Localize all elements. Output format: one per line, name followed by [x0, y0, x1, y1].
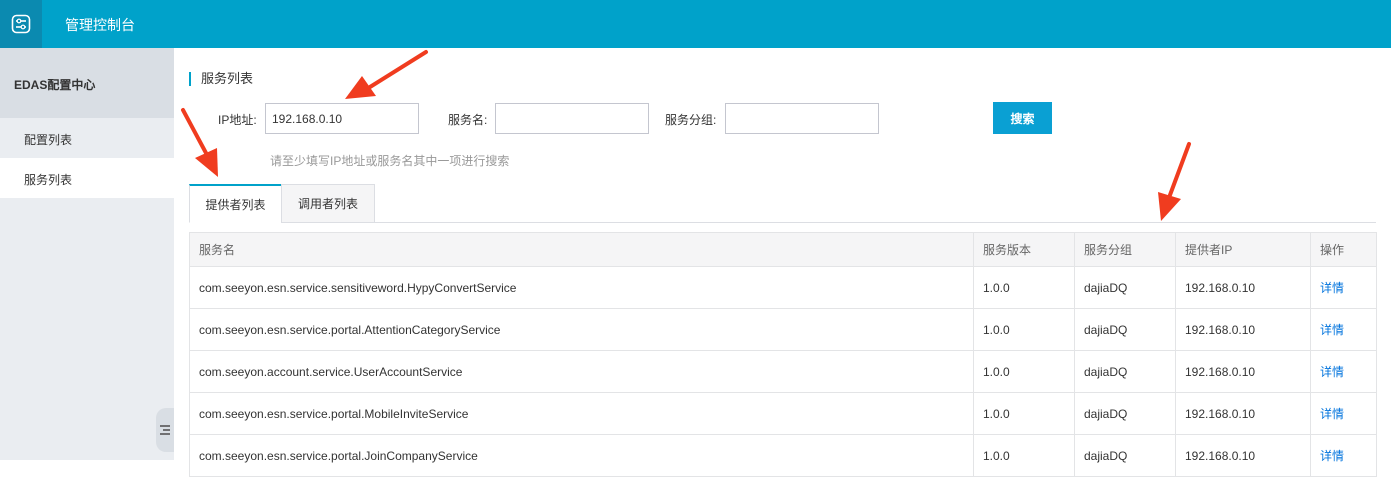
- cell-provider-ip: 192.168.0.10: [1175, 434, 1311, 477]
- annotation-arrow-ip: [345, 50, 428, 99]
- service-group-input[interactable]: [725, 103, 879, 134]
- cell-version: 1.0.0: [973, 350, 1075, 393]
- cell-service-name: com.seeyon.esn.service.portal.MobileInvi…: [189, 392, 974, 435]
- cell-provider-ip: 192.168.0.10: [1175, 392, 1311, 435]
- cell-group: dajiaDQ: [1074, 434, 1176, 477]
- column-header-provider-ip[interactable]: 提供者IP: [1175, 232, 1311, 267]
- details-link[interactable]: 详情: [1320, 281, 1344, 295]
- page-title: 服务列表: [189, 72, 253, 86]
- cell-actions: 详情: [1310, 308, 1377, 351]
- cell-group: dajiaDQ: [1074, 308, 1176, 351]
- cell-service-name: com.seeyon.esn.service.sensitiveword.Hyp…: [189, 266, 974, 309]
- details-link[interactable]: 详情: [1320, 323, 1344, 337]
- cell-provider-ip: 192.168.0.10: [1175, 308, 1311, 351]
- column-header-actions: 操作: [1310, 232, 1377, 267]
- service-name-label: 服务名:: [448, 113, 488, 127]
- annotation-arrow-tab: [181, 108, 218, 177]
- search-hint: 请至少填写IP地址或服务名其中一项进行搜索: [270, 154, 510, 168]
- details-link[interactable]: 详情: [1320, 449, 1344, 463]
- ip-input[interactable]: [265, 103, 419, 134]
- cell-service-name: com.seeyon.esn.service.portal.JoinCompan…: [189, 434, 974, 477]
- collapse-menu-icon[interactable]: [156, 408, 174, 452]
- column-header-service-name[interactable]: 服务名: [189, 232, 974, 267]
- service-name-input[interactable]: [495, 103, 649, 134]
- cell-service-name: com.seeyon.esn.service.portal.AttentionC…: [189, 308, 974, 351]
- tab-providers[interactable]: 提供者列表: [189, 184, 282, 223]
- cell-version: 1.0.0: [973, 308, 1075, 351]
- search-button[interactable]: 搜索: [993, 102, 1052, 134]
- column-header-group[interactable]: 服务分组: [1074, 232, 1176, 267]
- cell-version: 1.0.0: [973, 392, 1075, 435]
- details-link[interactable]: 详情: [1320, 365, 1344, 379]
- sidebar-item-config-list[interactable]: 配置列表: [0, 118, 174, 158]
- cell-actions: 详情: [1310, 266, 1377, 309]
- top-bar: 管理控制台: [0, 0, 1391, 48]
- app-title[interactable]: 管理控制台: [65, 15, 135, 35]
- annotation-arrow-group: [1158, 142, 1191, 221]
- cell-actions: 详情: [1310, 392, 1377, 435]
- column-header-version[interactable]: 服务版本: [973, 232, 1075, 267]
- table-header-row: 服务名 服务版本 服务分组 提供者IP 操作: [189, 232, 1377, 267]
- service-group-label: 服务分组:: [665, 113, 717, 127]
- table-row: com.seeyon.account.service.UserAccountSe…: [189, 350, 1377, 393]
- cell-version: 1.0.0: [973, 266, 1075, 309]
- cell-service-name: com.seeyon.account.service.UserAccountSe…: [189, 350, 974, 393]
- table-row: com.seeyon.esn.service.portal.JoinCompan…: [189, 434, 1377, 477]
- ip-label: IP地址:: [218, 113, 257, 127]
- sidebar-title: EDAS配置中心: [0, 48, 174, 118]
- details-link[interactable]: 详情: [1320, 407, 1344, 421]
- console-logo-icon[interactable]: [0, 0, 42, 48]
- tab-consumers[interactable]: 调用者列表: [281, 184, 375, 223]
- service-table: 服务名 服务版本 服务分组 提供者IP 操作 com.seeyon.esn.se…: [189, 232, 1377, 477]
- cell-group: dajiaDQ: [1074, 350, 1176, 393]
- cell-version: 1.0.0: [973, 434, 1075, 477]
- table-row: com.seeyon.esn.service.portal.AttentionC…: [189, 308, 1377, 351]
- cell-actions: 详情: [1310, 350, 1377, 393]
- cell-provider-ip: 192.168.0.10: [1175, 350, 1311, 393]
- table-row: com.seeyon.esn.service.sensitiveword.Hyp…: [189, 266, 1377, 309]
- cell-provider-ip: 192.168.0.10: [1175, 266, 1311, 309]
- cell-group: dajiaDQ: [1074, 392, 1176, 435]
- cell-group: dajiaDQ: [1074, 266, 1176, 309]
- table-row: com.seeyon.esn.service.portal.MobileInvi…: [189, 392, 1377, 435]
- cell-actions: 详情: [1310, 434, 1377, 477]
- sidebar-item-service-list[interactable]: 服务列表: [0, 158, 174, 198]
- sidebar: EDAS配置中心 配置列表 服务列表: [0, 48, 174, 460]
